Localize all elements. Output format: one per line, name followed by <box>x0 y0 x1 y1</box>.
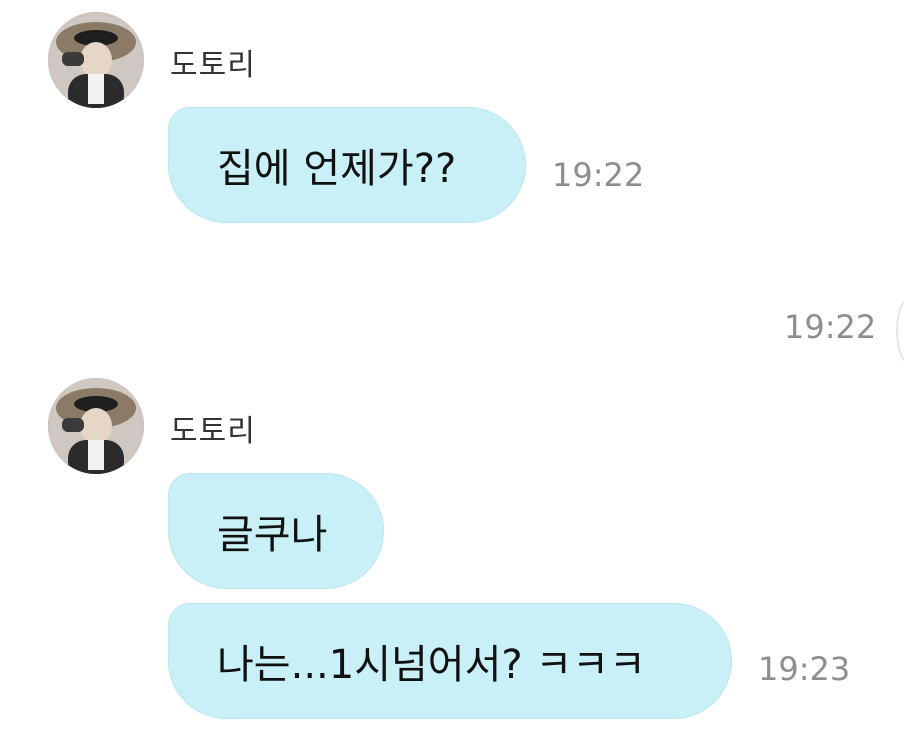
message-time: 19:22 <box>552 156 645 194</box>
sender-name: 도토리 <box>170 414 256 449</box>
avatar[interactable] <box>48 378 144 474</box>
message-text: 글쿠나 <box>217 512 328 558</box>
message-text: 나는...1시넘어서? ㅋㅋㅋ <box>217 642 646 688</box>
profile-photo-icon <box>48 12 144 108</box>
sender-name: 도토리 <box>170 48 256 83</box>
message-time: 19:23 <box>758 650 851 688</box>
outgoing-bubble-edge[interactable] <box>896 296 904 366</box>
outgoing-message-time: 19:22 <box>784 308 877 346</box>
message-bubble[interactable]: 집에 언제가?? <box>168 107 526 223</box>
profile-photo-icon <box>48 378 144 474</box>
message-bubble[interactable]: 나는...1시넘어서? ㅋㅋㅋ <box>168 603 732 719</box>
avatar[interactable] <box>48 12 144 108</box>
message-text: 집에 언제가?? <box>217 146 457 192</box>
message-bubble[interactable]: 글쿠나 <box>168 473 384 589</box>
